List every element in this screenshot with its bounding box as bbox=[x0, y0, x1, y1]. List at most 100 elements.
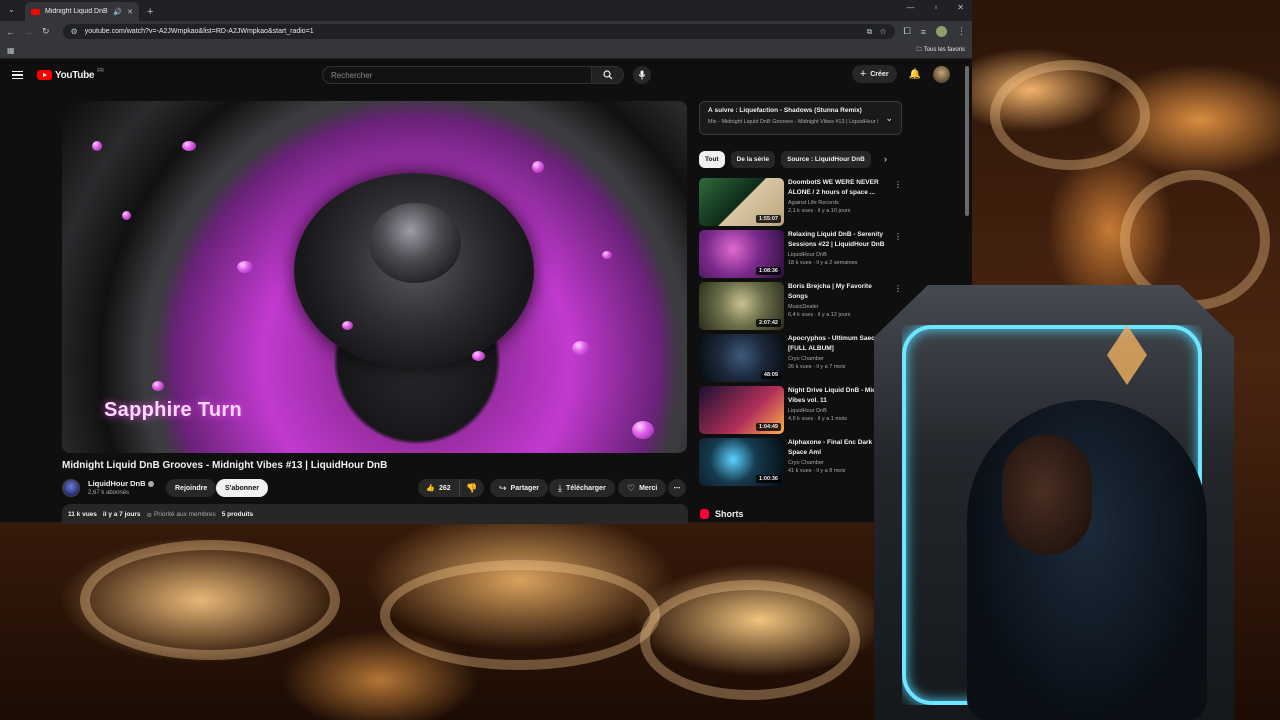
join-button[interactable]: Rejoindre bbox=[166, 479, 217, 497]
voice-search-button[interactable] bbox=[633, 66, 651, 84]
shorts-icon bbox=[700, 509, 709, 519]
video-meta: 2,1 k vues · il y a 10 jours bbox=[788, 208, 851, 214]
browser-toolbar: ← → ↻ ⚙ youtube.com/watch?v=-A2JWmpkao&l… bbox=[0, 21, 972, 42]
extensions-icon[interactable]: ⧠ bbox=[904, 26, 911, 37]
chevron-down-icon[interactable]: ⌄ bbox=[885, 113, 893, 124]
duration-badge: 1:00:36 bbox=[756, 475, 781, 483]
water-drop bbox=[532, 161, 544, 173]
water-drop bbox=[632, 421, 654, 439]
water-drop bbox=[92, 141, 102, 151]
forward-icon[interactable]: → bbox=[24, 27, 33, 37]
video-thumbnail[interactable]: 48:09 bbox=[699, 334, 784, 382]
chip-source[interactable]: Source : LiquidHour DnB bbox=[781, 151, 871, 168]
more-options-icon[interactable]: ⋮ bbox=[894, 180, 902, 189]
list-item[interactable]: 1:08:36 Relaxing Liquid DnB - Serenity S… bbox=[699, 230, 904, 278]
background-shape bbox=[80, 540, 340, 660]
like-button[interactable]: 👍 262 bbox=[418, 479, 460, 497]
media-controls-icon[interactable]: ≡ bbox=[921, 27, 926, 37]
create-button[interactable]: + Créer bbox=[851, 65, 897, 83]
description-box[interactable]: 11 k vues il y a 7 jours ⊘ Priorité aux … bbox=[62, 504, 688, 524]
channel-name-text: LiquidHour DnB bbox=[88, 479, 146, 488]
video-thumbnail[interactable]: 2:07:42 bbox=[699, 282, 784, 330]
youtube-favicon-icon bbox=[31, 8, 40, 15]
window-controls: — ▫ ✕ bbox=[906, 3, 964, 12]
bookmark-star-icon[interactable]: ☆ bbox=[879, 27, 886, 36]
share-icon: ↪ bbox=[499, 482, 507, 493]
up-next-title: À suivre : Liquefaction - Shadows (Stunn… bbox=[708, 107, 862, 114]
speaker-icon[interactable]: 🔊 bbox=[113, 8, 122, 16]
shorts-label: Shorts bbox=[715, 509, 744, 519]
water-drop bbox=[182, 141, 196, 151]
close-tab-icon[interactable]: ✕ bbox=[127, 8, 133, 16]
thumbs-up-icon: 👍 bbox=[426, 485, 436, 492]
browser-tab[interactable]: Midnight Liquid DnB Groo 🔊 ✕ bbox=[25, 2, 139, 21]
download-button[interactable]: ⤓ Télécharger bbox=[549, 479, 615, 497]
account-avatar[interactable] bbox=[933, 65, 950, 83]
channel-avatar[interactable] bbox=[62, 479, 80, 497]
close-window-icon[interactable]: ✕ bbox=[957, 3, 964, 12]
youtube-logo[interactable]: YouTube FR bbox=[37, 67, 104, 81]
thumbs-down-icon: 👎 bbox=[466, 482, 478, 493]
bookmarks-bar: ▦ 🗀 Tous les favoris bbox=[0, 42, 972, 59]
dislike-button[interactable]: 👎 bbox=[460, 483, 484, 494]
browser-menu-icon[interactable]: ⋮ bbox=[957, 26, 966, 37]
duration-badge: 48:09 bbox=[760, 371, 781, 379]
toolbar-actions: ⧠ ≡ ⋮ bbox=[904, 26, 966, 37]
search-button[interactable] bbox=[592, 66, 624, 84]
masthead: YouTube FR Rechercher + Créer 🔔 bbox=[0, 60, 972, 90]
menu-icon[interactable] bbox=[12, 70, 23, 80]
site-info-icon[interactable]: ⚙ bbox=[71, 27, 78, 36]
apps-grid-icon[interactable]: ▦ bbox=[7, 46, 15, 55]
folder-icon: 🗀 bbox=[916, 47, 924, 53]
upload-date: il y a 7 jours bbox=[102, 511, 141, 518]
install-app-icon[interactable]: ⧉ bbox=[867, 27, 873, 37]
reload-icon[interactable]: ↻ bbox=[42, 26, 50, 37]
notifications-bell-icon[interactable]: 🔔 bbox=[909, 69, 921, 80]
more-actions-icon[interactable]: ⋯ bbox=[668, 479, 686, 497]
video-thumbnail[interactable]: 1:00:36 bbox=[699, 438, 784, 486]
video-thumbnail[interactable]: 1:08:36 bbox=[699, 230, 784, 278]
tab-search-icon[interactable]: ⌄ bbox=[8, 5, 15, 14]
share-button[interactable]: ↪ Partager bbox=[490, 479, 548, 497]
members-priority-label: Priorité aux membres bbox=[153, 511, 216, 518]
video-thumbnail[interactable]: 1:04:49 bbox=[699, 386, 784, 434]
profile-avatar-icon[interactable] bbox=[936, 26, 947, 37]
plus-icon: + bbox=[859, 68, 867, 80]
back-icon[interactable]: ← bbox=[6, 27, 15, 37]
thanks-button[interactable]: ♡ Merci bbox=[618, 479, 667, 497]
scrollbar-thumb[interactable] bbox=[965, 66, 969, 216]
download-icon: ⤓ bbox=[558, 482, 562, 493]
address-bar[interactable]: ⚙ youtube.com/watch?v=-A2JWmpkao&list=RD… bbox=[62, 24, 895, 39]
search-box: Rechercher bbox=[322, 66, 624, 84]
chip-series[interactable]: De la série bbox=[730, 151, 776, 168]
search-input[interactable]: Rechercher bbox=[322, 66, 592, 84]
all-bookmarks-folder[interactable]: 🗀 Tous les favoris bbox=[916, 45, 965, 55]
masthead-actions: + Créer 🔔 bbox=[851, 65, 950, 83]
channel-name[interactable]: LiquidHour DnB bbox=[88, 479, 154, 488]
region-code: FR bbox=[97, 67, 104, 74]
subscribe-button[interactable]: S'abonner bbox=[216, 479, 268, 497]
video-player[interactable]: Sapphire Turn bbox=[62, 101, 687, 453]
list-item[interactable]: 1:55:07 DoombotS WE WERE NEVER ALONE / 2… bbox=[699, 178, 904, 226]
products-link[interactable]: 5 produits bbox=[222, 511, 253, 518]
like-dislike-group: 👍 262 👎 bbox=[418, 479, 484, 497]
video-thumbnail[interactable]: 1:55:07 bbox=[699, 178, 784, 226]
new-tab-icon[interactable]: + bbox=[147, 2, 153, 21]
chevron-right-icon[interactable]: › bbox=[884, 154, 887, 164]
maximize-icon[interactable]: ▫ bbox=[934, 3, 937, 12]
youtube-page: YouTube FR Rechercher + Créer 🔔 Sapphire… bbox=[0, 60, 972, 524]
video-meta: 18 k vues · il y a 2 semaines bbox=[788, 260, 858, 266]
streamer-face bbox=[1002, 435, 1092, 555]
video-info: Relaxing Liquid DnB - Serenity Sessions … bbox=[788, 230, 892, 266]
up-next-panel[interactable]: À suivre : Liquefaction - Shadows (Stunn… bbox=[699, 101, 902, 135]
members-priority-icon: ⊘ bbox=[146, 512, 152, 519]
more-options-icon[interactable]: ⋮ bbox=[894, 232, 902, 241]
share-label: Partager bbox=[510, 484, 539, 492]
video-overlay-text: Sapphire Turn bbox=[104, 399, 242, 421]
youtube-play-icon bbox=[37, 70, 52, 80]
url-text: youtube.com/watch?v=-A2JWmpkao&list=RD-A… bbox=[84, 28, 314, 35]
chip-all[interactable]: Tout bbox=[699, 151, 725, 168]
minimize-icon[interactable]: — bbox=[906, 3, 914, 12]
water-drop bbox=[152, 381, 164, 391]
speaker-dome-image bbox=[369, 203, 461, 283]
